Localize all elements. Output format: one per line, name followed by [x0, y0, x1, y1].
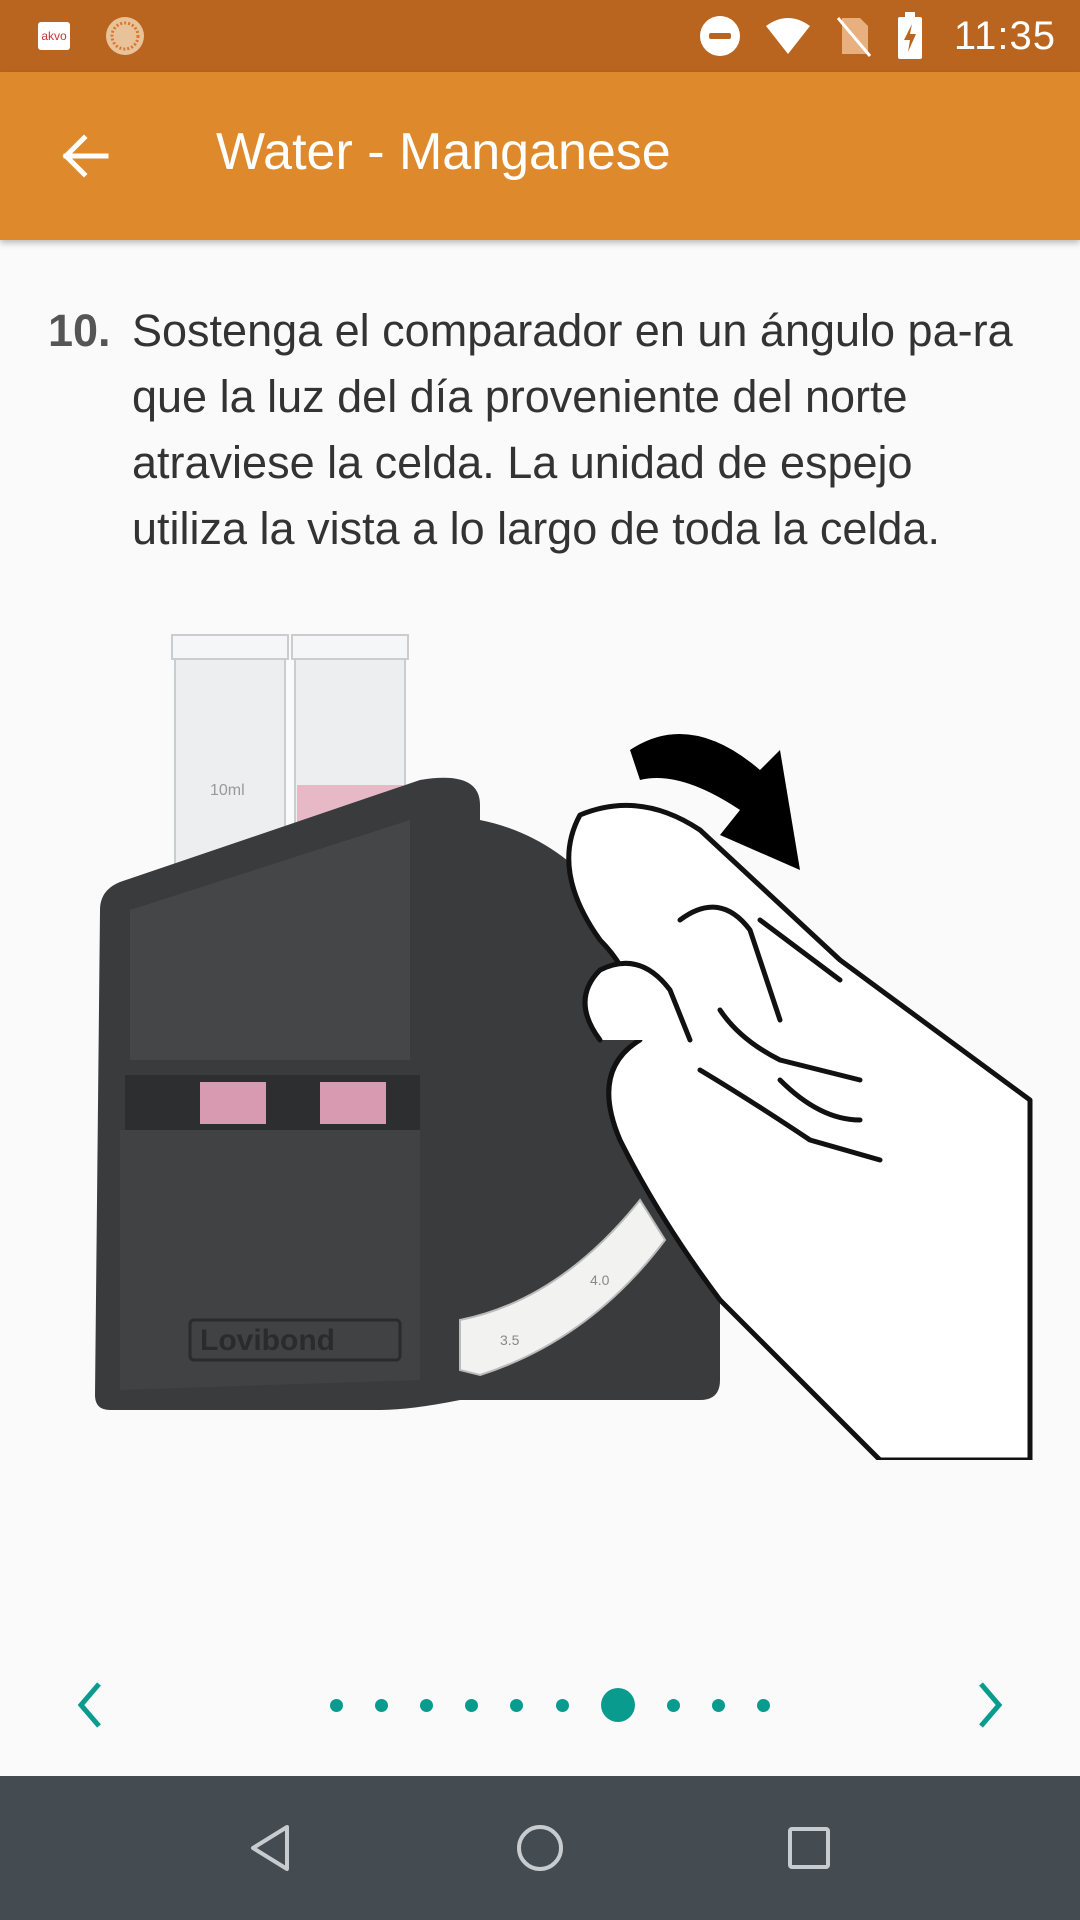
- nav-home-icon: [517, 1825, 563, 1871]
- no-sim-icon: [836, 17, 872, 57]
- page-dot[interactable]: [666, 1698, 680, 1712]
- nav-back-icon: [251, 1825, 289, 1871]
- comparator-illustration: 10ml Lovibond 3.5 4.0: [95, 634, 1033, 1460]
- page-dot[interactable]: [756, 1698, 770, 1712]
- nav-recents-button[interactable]: [773, 1812, 845, 1884]
- do-not-disturb-icon: [699, 16, 740, 56]
- chevron-right-icon: [979, 1682, 1003, 1728]
- scale-label-low: 3.5: [500, 1332, 520, 1348]
- step-pager: [0, 1660, 1080, 1750]
- nav-recents-icon: [788, 1827, 830, 1869]
- arrow-left-icon: [62, 134, 109, 178]
- app-bar: Water - Manganese: [0, 72, 1080, 240]
- nav-back-button[interactable]: [235, 1812, 307, 1884]
- tube-volume-label: 10ml: [210, 782, 245, 799]
- page-dot[interactable]: [420, 1698, 434, 1712]
- page-dot[interactable]: [711, 1698, 725, 1712]
- akvo-app-icon: akvo: [38, 22, 70, 50]
- step-number: 10.: [48, 305, 111, 356]
- scale-label-high: 4.0: [590, 1272, 610, 1288]
- page-dot[interactable]: [555, 1698, 569, 1712]
- nav-home-button[interactable]: [504, 1812, 576, 1884]
- step-text: Sostenga el comparador en un ángulo pa-r…: [132, 305, 1013, 554]
- sun-notification-icon: [106, 17, 144, 55]
- back-button[interactable]: [44, 116, 124, 196]
- page-dot[interactable]: [375, 1698, 389, 1712]
- page-dot[interactable]: [465, 1698, 479, 1712]
- page-indicator: [330, 1660, 770, 1750]
- page-dot[interactable]: [330, 1698, 343, 1712]
- page-dot[interactable]: [510, 1698, 524, 1712]
- brand-label: Lovibond: [200, 1324, 335, 1357]
- status-bar: akvo 11:35: [0, 0, 1080, 72]
- wifi-icon: [765, 18, 810, 54]
- clock: 11:35: [953, 13, 1056, 58]
- system-nav-bar: [0, 1776, 1080, 1920]
- page-dot-active[interactable]: [600, 1688, 635, 1722]
- page-title: Water - Manganese: [216, 123, 671, 181]
- previous-button[interactable]: [60, 1675, 120, 1735]
- next-button[interactable]: [960, 1675, 1020, 1735]
- battery-charging-icon: [897, 12, 922, 59]
- chevron-left-icon: [77, 1682, 101, 1728]
- instruction-step: 10. Sostenga el comparador en un ángulo …: [48, 298, 1038, 562]
